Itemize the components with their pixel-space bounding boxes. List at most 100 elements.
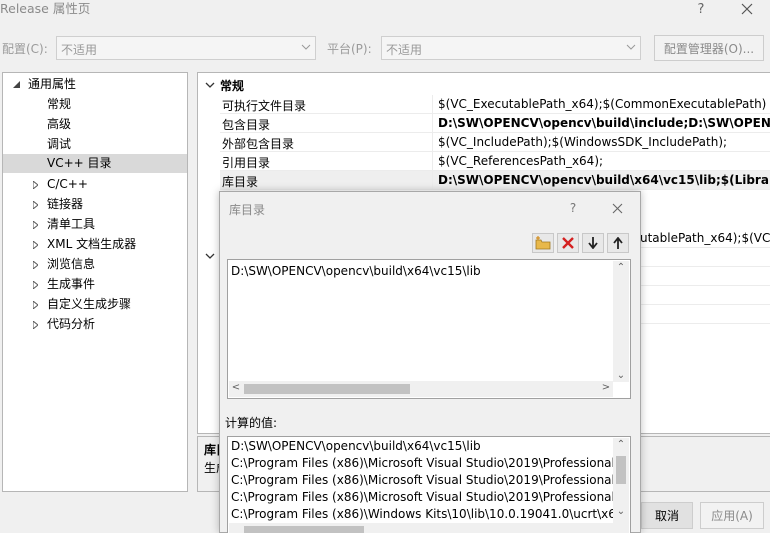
property-row[interactable]: 外部包含目录 $(VC_IncludePath);$(WindowsSDK_In… bbox=[220, 133, 770, 152]
tree-item-custom-build[interactable]: 自定义生成步骤 bbox=[3, 295, 187, 314]
vertical-scrollbar[interactable]: ⌃ ⌄ bbox=[613, 261, 629, 382]
tree-item-label: VC++ 目录 bbox=[47, 156, 112, 170]
scroll-down-icon[interactable]: ⌄ bbox=[614, 506, 628, 517]
scroll-left-icon[interactable]: < bbox=[229, 382, 243, 393]
collapsed-caret-icon bbox=[33, 321, 38, 329]
tree-item-general[interactable]: 常规 bbox=[3, 95, 187, 114]
config-value: 不适用 bbox=[61, 43, 98, 57]
tree-item-build-events[interactable]: 生成事件 bbox=[3, 275, 187, 294]
close-icon bbox=[741, 3, 753, 15]
property-row[interactable]: 可执行文件目录 $(VC_ExecutablePath_x64);$(Commo… bbox=[220, 95, 770, 114]
scroll-thumb[interactable] bbox=[244, 384, 410, 394]
close-button[interactable] bbox=[724, 0, 770, 18]
tree-item-manifest[interactable]: 清单工具 bbox=[3, 215, 187, 234]
tree-root-label: 通用属性 bbox=[28, 77, 77, 91]
help-icon: ? bbox=[697, 1, 705, 17]
tree-root[interactable]: 通用属性 bbox=[3, 75, 187, 94]
category-tree: 通用属性 常规 高级 调试 VC++ 目录 C/C++ 链接器 清单工具 XML… bbox=[2, 72, 188, 492]
help-button[interactable]: ? bbox=[678, 0, 724, 18]
title-buttons: ? bbox=[678, 0, 770, 18]
tree-item-label: 链接器 bbox=[47, 197, 84, 211]
tree-item-linker[interactable]: 链接器 bbox=[3, 195, 187, 214]
property-name: 可执行文件目录 bbox=[222, 99, 307, 113]
config-combo[interactable]: 不适用 bbox=[56, 36, 316, 60]
dialog-title: 库目录 bbox=[229, 203, 266, 217]
horizontal-scrollbar[interactable]: < > bbox=[229, 381, 613, 397]
scroll-up-icon[interactable]: ⌃ bbox=[614, 262, 628, 273]
tree-item-browse-info[interactable]: 浏览信息 bbox=[3, 255, 187, 274]
tree-item-label: 代码分析 bbox=[47, 317, 96, 331]
tree-item-label: C/C++ bbox=[47, 177, 88, 191]
delete-icon bbox=[562, 237, 574, 249]
scroll-down-icon[interactable]: ⌄ bbox=[614, 370, 628, 381]
property-row[interactable]: 包含目录 D:\SW\OPENCV\opencv\build\include;D… bbox=[220, 114, 770, 133]
tree-item-label: 生成事件 bbox=[47, 277, 96, 291]
category-header: 常规 bbox=[220, 79, 245, 93]
horizontal-scrollbar[interactable] bbox=[229, 523, 613, 533]
tree-item-label: 常规 bbox=[47, 97, 72, 111]
collapsed-caret-icon bbox=[33, 201, 38, 209]
platform-value: 不适用 bbox=[386, 43, 423, 57]
tree-item-label: 调试 bbox=[47, 137, 72, 151]
move-down-button[interactable] bbox=[582, 233, 604, 253]
tree-item-label: XML 文档生成器 bbox=[47, 237, 137, 251]
dialog-help-button[interactable]: ? bbox=[558, 194, 588, 222]
computed-value-line: C:\Program Files (x86)\Microsoft Visual … bbox=[231, 456, 619, 470]
platform-combo[interactable]: 不适用 bbox=[381, 36, 641, 60]
collapsed-caret-icon bbox=[33, 301, 38, 309]
tree-item-label: 高级 bbox=[47, 117, 72, 131]
property-value: D:\SW\OPENCV\opencv\build\x64\vc15\lib;$… bbox=[438, 173, 770, 187]
tree-item-debugging[interactable]: 调试 bbox=[3, 135, 187, 154]
platform-label: 平台(P): bbox=[327, 42, 372, 56]
computed-value-line: D:\SW\OPENCV\opencv\build\x64\vc15\lib bbox=[231, 439, 481, 453]
chevron-down-icon[interactable] bbox=[205, 253, 215, 260]
property-name: 外部包含目录 bbox=[222, 137, 295, 151]
collapsed-caret-icon bbox=[33, 221, 38, 229]
tree-item-code-analysis[interactable]: 代码分析 bbox=[3, 315, 187, 334]
scroll-right-icon[interactable]: > bbox=[599, 382, 613, 393]
close-icon bbox=[612, 203, 622, 213]
tree-item-label: 浏览信息 bbox=[47, 257, 96, 271]
tree-item-xml-doc[interactable]: XML 文档生成器 bbox=[3, 235, 187, 254]
tree-item-advanced[interactable]: 高级 bbox=[3, 115, 187, 134]
library-directories-dialog: 库目录 ? D:\SW\OPENCV\opencv\build\x64\vc15… bbox=[219, 191, 641, 533]
property-value: $(VC_IncludePath);$(WindowsSDK_IncludePa… bbox=[438, 135, 728, 149]
expanded-caret-icon bbox=[13, 81, 20, 88]
chevron-down-icon bbox=[626, 44, 636, 50]
vertical-scrollbar[interactable]: ⌃ ⌄ bbox=[613, 438, 629, 533]
apply-button[interactable]: 应用(A) bbox=[700, 502, 764, 529]
tree-item-cpp[interactable]: C/C++ bbox=[3, 175, 187, 194]
new-line-button[interactable] bbox=[532, 233, 554, 253]
property-value: D:\SW\OPENCV\opencv\build\include;D:\SW\… bbox=[438, 116, 770, 130]
cancel-button[interactable]: 取消 bbox=[641, 502, 693, 529]
directory-entry[interactable]: D:\SW\OPENCV\opencv\build\x64\vc15\lib bbox=[231, 264, 481, 278]
property-row[interactable]: 引用目录 $(VC_ReferencesPath_x64); bbox=[220, 152, 770, 171]
tree-item-label: 自定义生成步骤 bbox=[47, 297, 132, 311]
window-title: Release 属性页 bbox=[0, 1, 91, 16]
property-value: $(VC_ExecutablePath_x64);$(CommonExecuta… bbox=[438, 97, 767, 111]
computed-value-line: C:\Program Files (x86)\Microsoft Visual … bbox=[231, 473, 619, 487]
property-name: 引用目录 bbox=[222, 156, 271, 170]
property-name: 包含目录 bbox=[222, 118, 271, 132]
chevron-down-icon[interactable] bbox=[205, 82, 215, 89]
scroll-thumb[interactable] bbox=[616, 456, 626, 484]
property-value-partial: utablePath_x64);$(VC_ bbox=[640, 231, 770, 245]
delete-line-button[interactable] bbox=[557, 233, 579, 253]
tree-item-vc-directories[interactable]: VC++ 目录 bbox=[3, 154, 187, 173]
property-name: 库目录 bbox=[222, 175, 259, 189]
config-manager-button[interactable]: 配置管理器(O)... bbox=[654, 35, 764, 61]
dialog-close-button[interactable] bbox=[602, 194, 632, 222]
computed-value-line: C:\Program Files (x86)\Microsoft Visual … bbox=[231, 490, 619, 504]
computed-values-label: 计算的值: bbox=[225, 416, 278, 430]
directory-edit-list[interactable]: D:\SW\OPENCV\opencv\build\x64\vc15\lib ⌃… bbox=[227, 259, 631, 399]
collapsed-caret-icon bbox=[33, 181, 38, 189]
computed-value-line: C:\Program Files (x86)\Windows Kits\10\l… bbox=[231, 507, 624, 521]
collapsed-caret-icon bbox=[33, 261, 38, 269]
tree-item-label: 清单工具 bbox=[47, 217, 96, 231]
scroll-thumb[interactable] bbox=[244, 526, 364, 533]
computed-values-list[interactable]: D:\SW\OPENCV\opencv\build\x64\vc15\lib C… bbox=[227, 436, 631, 533]
scroll-up-icon[interactable]: ⌃ bbox=[614, 439, 628, 450]
chevron-down-icon bbox=[301, 44, 311, 50]
property-row-selected[interactable]: 库目录 D:\SW\OPENCV\opencv\build\x64\vc15\l… bbox=[220, 171, 770, 190]
move-up-button[interactable] bbox=[607, 233, 629, 253]
